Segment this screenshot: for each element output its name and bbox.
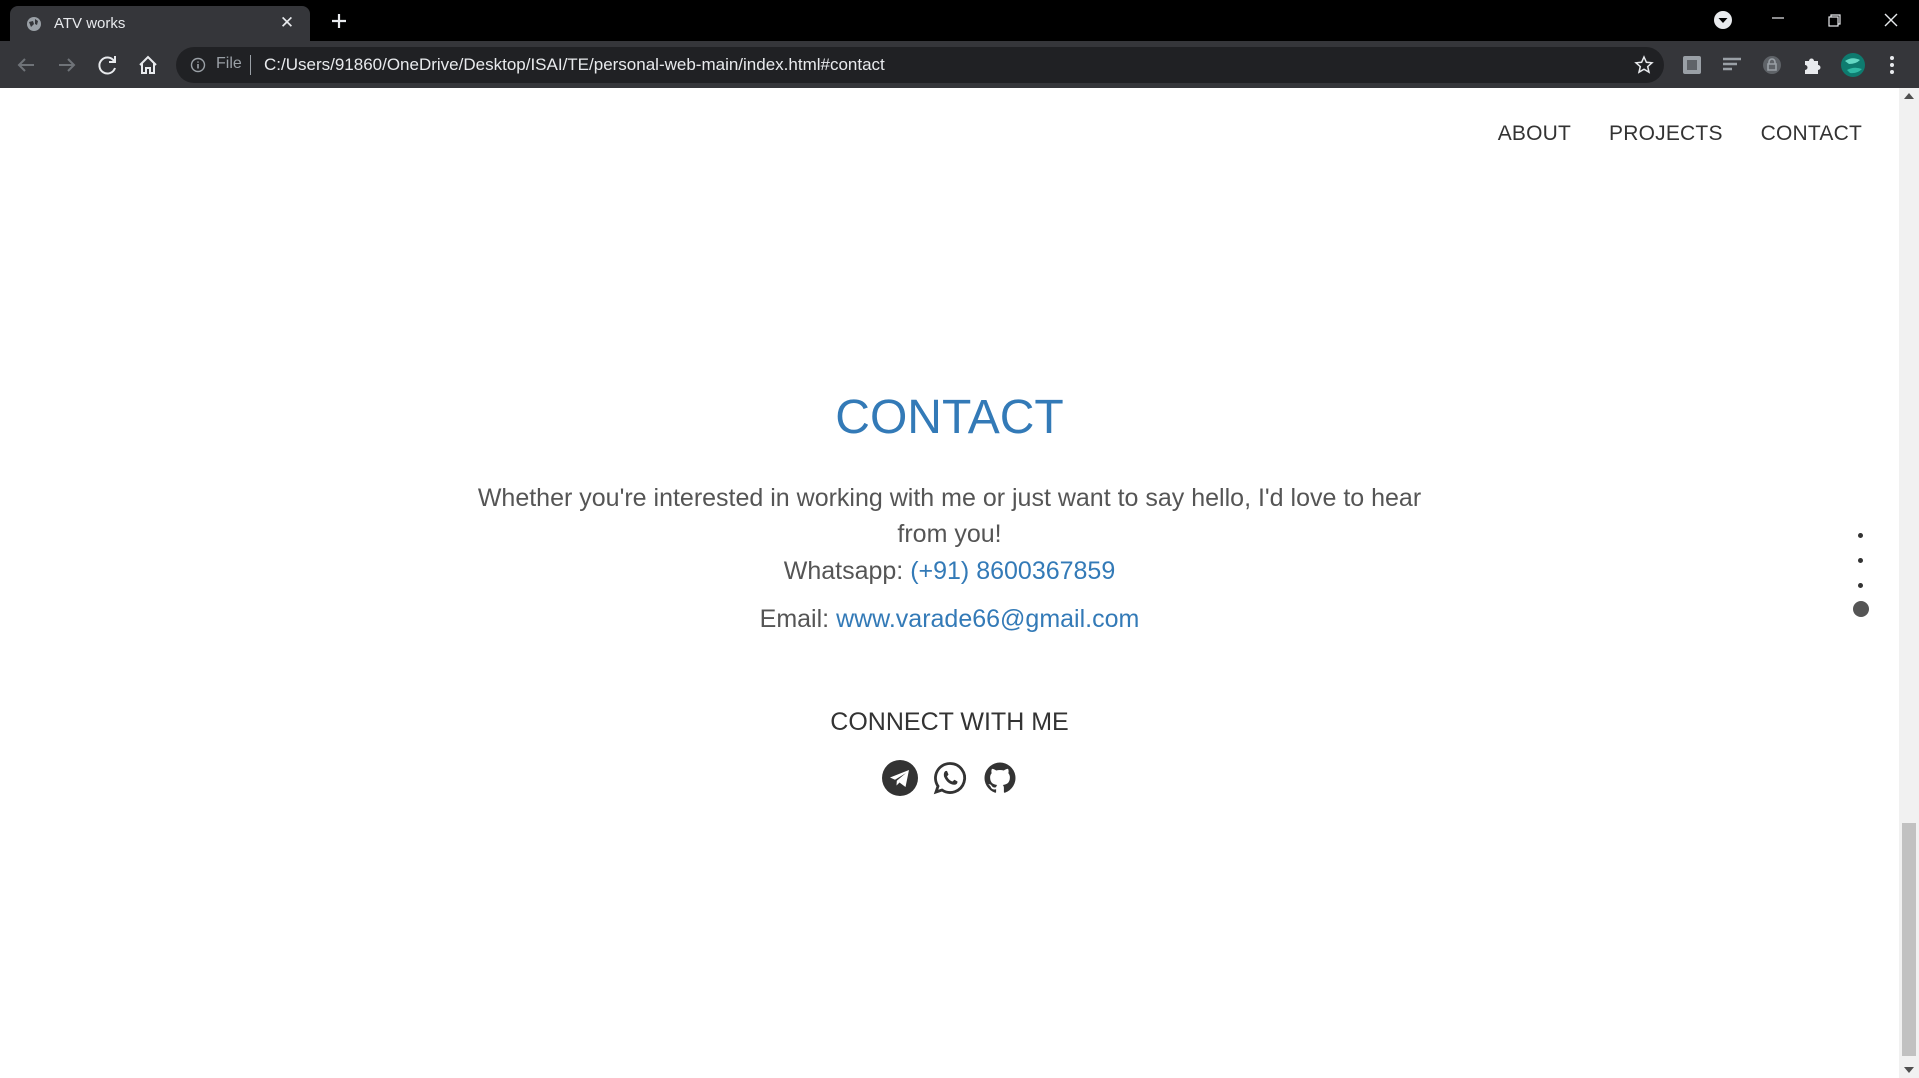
- section-dot-projects[interactable]: [1858, 583, 1863, 588]
- browser-tab[interactable]: ATV works ✕: [10, 6, 310, 41]
- site-info-icon[interactable]: [190, 57, 206, 73]
- browser-menu-icon[interactable]: [1880, 53, 1904, 77]
- tab-title: ATV works: [54, 15, 126, 32]
- new-tab-icon[interactable]: [324, 6, 354, 36]
- extension-square-icon[interactable]: [1680, 53, 1704, 77]
- email-link[interactable]: www.varade66@gmail.com: [836, 605, 1139, 633]
- browser-tab-strip: ATV works ✕: [0, 0, 1919, 41]
- section-dot-contact[interactable]: [1853, 601, 1869, 617]
- social-links: [0, 760, 1899, 796]
- close-window-icon[interactable]: [1868, 4, 1914, 36]
- tab-close-icon[interactable]: ✕: [276, 12, 298, 34]
- contact-heading: CONTACT: [835, 391, 1064, 444]
- address-scheme-label: File: [216, 55, 242, 72]
- section-dot-about[interactable]: [1858, 533, 1863, 538]
- bookmark-star-icon[interactable]: [1634, 55, 1654, 75]
- nav-about[interactable]: ABOUT: [1498, 122, 1571, 146]
- page-viewport: ABOUT PROJECTS CONTACT CONTACT Whether y…: [0, 88, 1899, 1078]
- github-icon[interactable]: [982, 760, 1018, 796]
- email-line: Email: www.varade66@gmail.com: [0, 605, 1899, 634]
- whatsapp-line: Whatsapp: (+91) 8600367859: [0, 557, 1899, 586]
- globe-icon: [27, 17, 41, 31]
- extension-shield-icon[interactable]: [1760, 53, 1784, 77]
- minimize-icon[interactable]: [1755, 4, 1801, 36]
- nav-projects[interactable]: PROJECTS: [1609, 122, 1723, 146]
- reading-list-icon[interactable]: [1720, 53, 1744, 77]
- home-icon[interactable]: [134, 51, 162, 79]
- whatsapp-label: Whatsapp:: [783, 557, 911, 585]
- connect-heading: CONNECT WITH ME: [830, 708, 1069, 736]
- whatsapp-link[interactable]: (+91) 8600367859: [910, 557, 1115, 585]
- nav-contact[interactable]: CONTACT: [1761, 122, 1862, 146]
- whatsapp-icon[interactable]: [932, 760, 968, 796]
- page-scrollbar[interactable]: [1899, 88, 1919, 1078]
- extensions-puzzle-icon[interactable]: [1800, 53, 1824, 77]
- scroll-down-arrow-icon[interactable]: [1904, 1067, 1914, 1073]
- profile-avatar-icon[interactable]: [1840, 52, 1866, 78]
- restore-icon[interactable]: [1811, 4, 1857, 36]
- back-icon[interactable]: [12, 51, 40, 79]
- address-divider: [250, 55, 251, 75]
- telegram-icon[interactable]: [881, 760, 918, 796]
- reload-icon[interactable]: [94, 51, 122, 79]
- tab-search-icon[interactable]: [1700, 4, 1746, 36]
- email-label: Email:: [759, 605, 837, 633]
- scroll-up-arrow-icon[interactable]: [1904, 93, 1914, 99]
- forward-icon[interactable]: [53, 51, 81, 79]
- address-bar[interactable]: File C:/Users/91860/OneDrive/Desktop/ISA…: [176, 47, 1664, 83]
- contact-intro: Whether you're interested in working wit…: [477, 484, 1422, 548]
- address-url[interactable]: C:/Users/91860/OneDrive/Desktop/ISAI/TE/…: [264, 55, 885, 75]
- section-dot-intro[interactable]: [1858, 558, 1863, 563]
- scroll-thumb[interactable]: [1902, 823, 1916, 1056]
- browser-toolbar: File C:/Users/91860/OneDrive/Desktop/ISA…: [0, 41, 1919, 88]
- top-nav: ABOUT PROJECTS CONTACT: [1498, 122, 1862, 146]
